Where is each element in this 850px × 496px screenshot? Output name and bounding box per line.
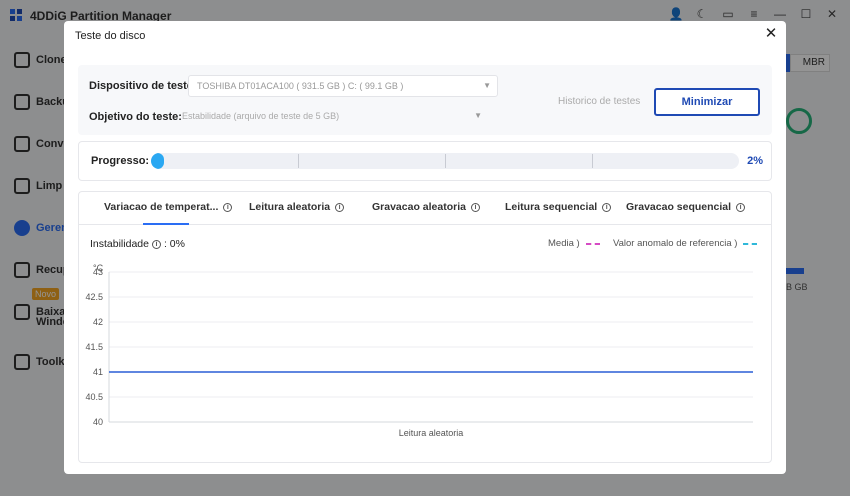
- objective-label: Objetivo do teste:: [89, 111, 182, 123]
- progress-panel: Progresso: 2%: [78, 141, 772, 181]
- x-axis-label: Leitura aleatoria: [399, 428, 464, 438]
- info-icon[interactable]: i: [335, 202, 345, 212]
- tab-temperature[interactable]: Variacao de temperat... i: [104, 201, 233, 213]
- y-tick-label: 40.5: [85, 392, 103, 402]
- test-tabs: Variacao de temperat... i Leitura aleator…: [79, 192, 771, 225]
- chevron-down-icon: ▼: [474, 111, 482, 120]
- temperature-chart: °C4342.54241.54140.540Leitura aleatoria: [85, 263, 753, 438]
- legend-average: Media ): [548, 238, 600, 249]
- progress-percent: 2%: [747, 155, 763, 167]
- tab-sequential-read[interactable]: Leitura sequencial i: [505, 201, 612, 213]
- device-select[interactable]: TOSHIBA DT01ACA100 ( 931.5 GB ) C: ( 99.…: [188, 75, 498, 97]
- legend-reference-swatch: [743, 242, 758, 245]
- chart-panel: Variacao de temperat... i Leitura aleator…: [78, 191, 772, 463]
- y-tick-label: 43: [93, 267, 103, 277]
- info-icon[interactable]: i: [602, 202, 612, 212]
- info-icon[interactable]: i: [151, 239, 161, 249]
- chevron-down-icon: ▼: [483, 81, 491, 90]
- legend-average-swatch: [585, 242, 600, 245]
- objective-select[interactable]: Estabilidade (arquivo de teste de 5 GB) …: [174, 106, 488, 128]
- info-icon[interactable]: i: [223, 202, 233, 212]
- legend-reference: Valor anomalo de referencia ): [613, 238, 758, 249]
- info-icon[interactable]: i: [470, 202, 480, 212]
- progress-separator: [298, 154, 299, 168]
- progress-separator: [592, 154, 593, 168]
- test-settings-panel: Dispositivo de teste: TOSHIBA DT01ACA100…: [78, 65, 772, 135]
- tab-random-write[interactable]: Gravacao aleatoria i: [372, 201, 480, 213]
- progress-fill: [151, 153, 164, 169]
- close-icon[interactable]: ✕: [764, 26, 778, 41]
- y-tick-label: 42.5: [85, 292, 103, 302]
- info-icon[interactable]: i: [736, 202, 746, 212]
- active-tab-indicator: [143, 223, 189, 225]
- disk-test-dialog: Teste do disco ✕ Dispositivo de teste: T…: [64, 21, 786, 474]
- minimize-button[interactable]: Minimizar: [654, 88, 760, 116]
- progress-label: Progresso:: [91, 155, 150, 167]
- device-label: Dispositivo de teste:: [89, 80, 197, 92]
- instability-label: Instabilidade: [90, 238, 149, 250]
- dialog-title: Teste do disco: [75, 30, 146, 42]
- progress-separator: [445, 154, 446, 168]
- y-tick-label: 42: [93, 317, 103, 327]
- y-tick-label: 41.5: [85, 342, 103, 352]
- test-history-link[interactable]: Historico de testes: [558, 96, 640, 107]
- instability-value: : 0%: [163, 238, 185, 250]
- progress-bar: [151, 153, 739, 169]
- tab-sequential-write[interactable]: Gravacao sequencial i: [626, 201, 746, 213]
- tab-random-read[interactable]: Leitura aleatoria i: [249, 201, 345, 213]
- instability-readout: Instabilidade i : 0%: [90, 238, 185, 250]
- y-tick-label: 40: [93, 417, 103, 427]
- y-tick-label: 41: [93, 367, 103, 377]
